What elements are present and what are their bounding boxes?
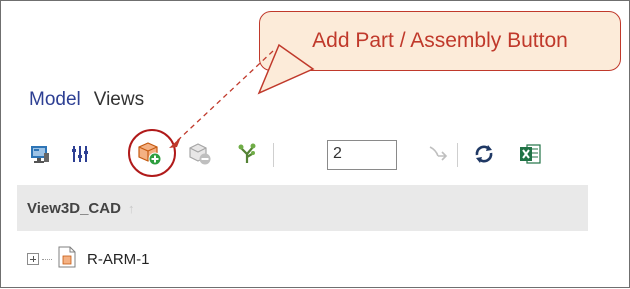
toolbar-separator (273, 143, 274, 167)
display-button[interactable] (25, 139, 55, 169)
refresh-icon (475, 145, 493, 163)
refresh-button[interactable] (469, 139, 499, 169)
toolbar: 2 (25, 139, 565, 175)
column-header-label: View3D_CAD (27, 199, 121, 217)
filter-button[interactable] (65, 139, 95, 169)
level-input[interactable]: 2 (327, 140, 397, 170)
column-header[interactable]: View3D_CAD ↑ (17, 185, 588, 231)
collapse-icon (429, 146, 448, 161)
callout-box: Add Part / Assembly Button (259, 11, 621, 71)
app-frame: Model Views 2 View3D_CAD ↑ R-ARM-1 Add P… (0, 0, 630, 288)
tree-connector (42, 258, 52, 260)
tree-node-label: R-ARM-1 (87, 250, 150, 268)
highlight-ring (128, 129, 176, 177)
tab-bar: Model Views (29, 85, 144, 111)
export-excel-button[interactable] (515, 139, 545, 169)
sort-arrow-icon[interactable]: ↑ (128, 201, 135, 216)
remove-part-button[interactable] (185, 139, 215, 169)
filter-icon (72, 146, 88, 162)
tab-model[interactable]: Model (29, 89, 81, 111)
tab-views[interactable]: Views (94, 89, 144, 111)
remove-part-icon (189, 143, 211, 165)
callout-text: Add Part / Assembly Button (312, 29, 568, 52)
expand-icon[interactable] (27, 253, 39, 265)
part-file-icon (57, 246, 77, 273)
display-icon (31, 146, 49, 163)
tree-icon (238, 143, 256, 163)
toolbar-separator-2 (457, 143, 458, 167)
tree-row[interactable]: R-ARM-1 (17, 237, 588, 281)
collapse-button[interactable] (423, 139, 453, 169)
tree-button[interactable] (232, 139, 262, 169)
excel-icon (520, 144, 541, 164)
